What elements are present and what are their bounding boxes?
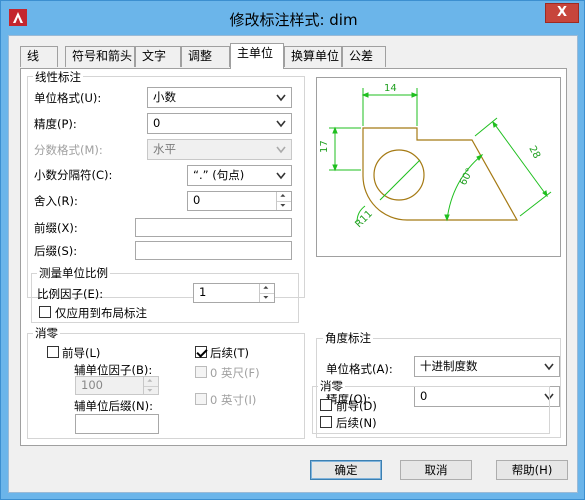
angular-zero-title: 消零 <box>318 378 345 394</box>
decimal-separator-value: “.” (句点) <box>193 168 245 182</box>
sub-unit-suffix-label: 辅单位后缀(N): <box>74 399 153 413</box>
spinner-arrows[interactable] <box>143 377 158 394</box>
dim-left-text: 17 <box>319 140 330 153</box>
unit-format-value: 小数 <box>153 90 176 104</box>
tab-text[interactable]: 文字 <box>135 46 181 67</box>
layout-only-label: 仅应用到布局标注 <box>55 306 147 320</box>
suffix-input[interactable] <box>135 241 292 260</box>
spinner-arrows[interactable] <box>276 192 291 210</box>
tab-lines[interactable]: 线 <box>20 46 58 67</box>
round-off-spinner[interactable]: 0 <box>187 191 292 211</box>
preview-pane: 14 17 28 60° R11 <box>316 77 561 257</box>
linear-group-title: 线性标注 <box>33 69 83 85</box>
precision-value: 0 <box>153 116 161 130</box>
zero-suppression-title: 消零 <box>33 325 60 341</box>
leading-zero-checkbox[interactable] <box>47 346 59 358</box>
angular-leading-checkbox[interactable] <box>320 399 332 411</box>
precision-select[interactable]: 0 <box>147 113 292 134</box>
dim-slant-text: 28 <box>526 144 542 160</box>
part-hole <box>373 149 425 201</box>
close-button[interactable]: X <box>545 3 579 23</box>
help-button[interactable]: 帮助(H) <box>496 460 568 480</box>
angular-group-title: 角度标注 <box>323 330 373 346</box>
trailing-zero-label: 后续(T) <box>210 346 249 360</box>
part-outline <box>362 127 519 221</box>
spin-up-icon[interactable] <box>277 192 291 201</box>
prefix-label: 前缀(X): <box>34 221 78 235</box>
chevron-down-icon <box>544 363 554 371</box>
fraction-format-label: 分数格式(M): <box>34 143 103 157</box>
prefix-input[interactable] <box>135 218 292 237</box>
spin-down-icon[interactable] <box>144 385 158 395</box>
angular-unit-format-label: 单位格式(A): <box>326 362 393 376</box>
precision-label: 精度(P): <box>34 117 77 131</box>
round-off-label: 舍入(R): <box>34 194 78 208</box>
decimal-separator-select[interactable]: “.” (句点) <box>187 165 292 186</box>
zero-feet-checkbox[interactable] <box>195 366 207 378</box>
chevron-down-icon <box>276 146 286 154</box>
sub-unit-factor-value: 100 <box>81 378 103 392</box>
dim-radius-text: R11 <box>353 208 375 230</box>
suffix-label: 后缀(S): <box>34 244 78 258</box>
scale-factor-value: 1 <box>199 285 207 299</box>
decimal-separator-label: 小数分隔符(C): <box>34 168 113 182</box>
fraction-format-value: 水平 <box>153 142 176 156</box>
zero-inches-checkbox[interactable] <box>195 393 207 405</box>
angular-trailing-checkbox[interactable] <box>320 416 332 428</box>
scale-factor-spinner[interactable]: 1 <box>193 283 275 303</box>
angular-leading-label: 前导(D) <box>336 399 377 413</box>
round-off-value: 0 <box>193 193 201 207</box>
spin-down-icon[interactable] <box>277 201 291 210</box>
scale-factor-label: 比例因子(E): <box>37 287 104 301</box>
unit-format-label: 单位格式(U): <box>34 91 102 105</box>
tab-alternate-units[interactable]: 换算单位 <box>284 46 342 67</box>
layout-only-checkbox[interactable] <box>39 306 51 318</box>
chevron-down-icon <box>276 120 286 128</box>
angular-unit-format-select[interactable]: 十进制度数 <box>414 356 560 377</box>
tab-fit[interactable]: 调整 <box>181 46 230 67</box>
unit-format-select[interactable]: 小数 <box>147 87 292 108</box>
sub-unit-factor-spinner[interactable]: 100 <box>75 376 159 395</box>
measurement-scale-title: 测量单位比例 <box>37 265 110 281</box>
tab-tolerances[interactable]: 公差 <box>342 46 386 67</box>
dim-top-text: 14 <box>384 83 397 94</box>
spin-down-icon[interactable] <box>260 293 274 302</box>
dim-angle-text: 60° <box>458 167 476 188</box>
spin-up-icon[interactable] <box>260 284 274 293</box>
zero-feet-label: 0 英尺(F) <box>210 366 260 380</box>
sub-unit-suffix-input[interactable] <box>75 414 159 434</box>
dimension-preview-drawing: 14 17 28 60° R11 <box>319 83 552 230</box>
fraction-format-select[interactable]: 水平 <box>147 139 292 160</box>
angular-trailing-label: 后续(N) <box>336 416 377 430</box>
zero-inches-label: 0 英寸(I) <box>210 393 257 407</box>
trailing-zero-checkbox[interactable] <box>195 346 207 358</box>
tab-primary-units[interactable]: 主单位 <box>230 43 284 69</box>
leading-zero-label: 前导(L) <box>62 346 101 360</box>
tab-symbols-arrows[interactable]: 符号和箭头 <box>65 46 135 67</box>
window-title: 修改标注样式: dim <box>229 11 358 29</box>
spinner-arrows[interactable] <box>259 284 274 302</box>
angular-unit-format-value: 十进制度数 <box>420 359 478 373</box>
title-bar[interactable]: 修改标注样式: dim X <box>1 1 585 35</box>
chevron-down-icon <box>276 94 286 102</box>
chevron-down-icon <box>276 172 286 180</box>
spin-up-icon[interactable] <box>144 377 158 386</box>
ok-button[interactable]: 确定 <box>310 460 382 480</box>
cancel-button[interactable]: 取消 <box>400 460 472 480</box>
